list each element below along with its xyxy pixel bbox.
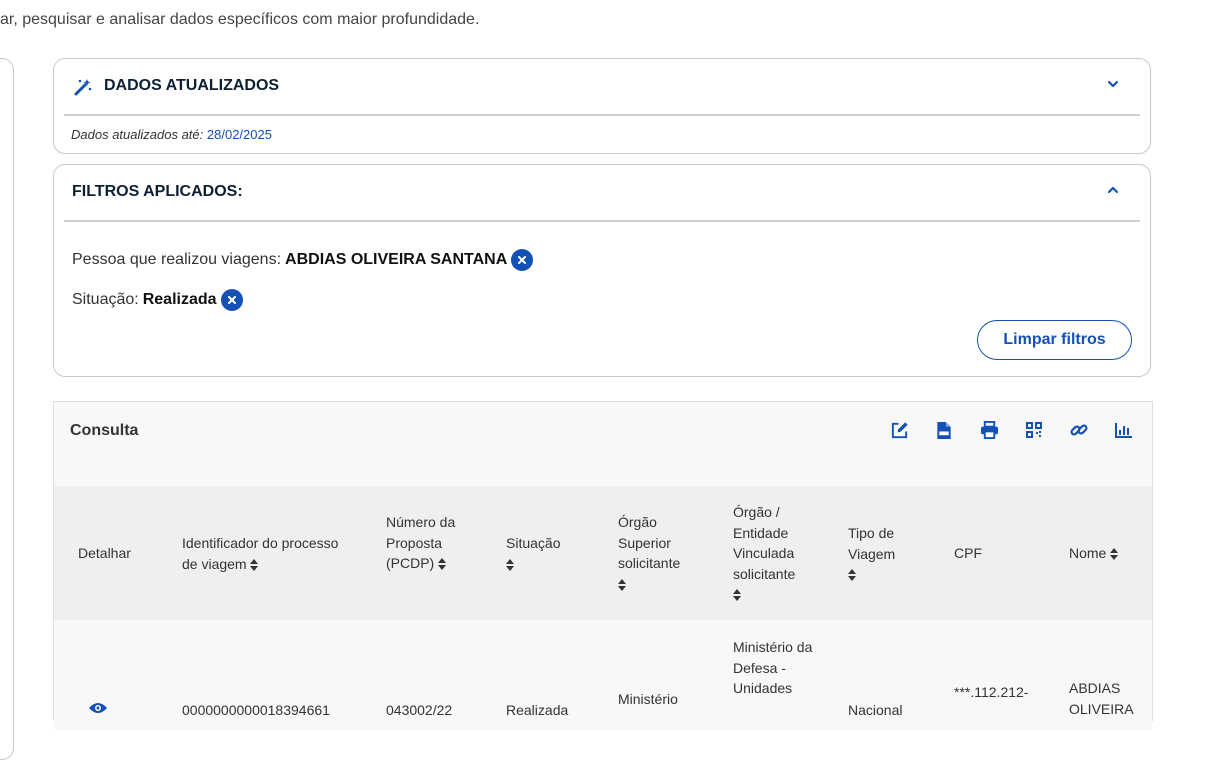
- consulta-panel: Consulta Detalhar Identificador do proce…: [53, 401, 1153, 730]
- column-header-pcdp[interactable]: Número da Proposta (PCDP): [386, 512, 466, 574]
- magic-wand-icon: [74, 79, 92, 96]
- chevron-up-icon[interactable]: [1106, 183, 1120, 197]
- remove-filter-button[interactable]: [511, 249, 534, 271]
- print-button[interactable]: [979, 420, 999, 440]
- edit-icon: [891, 421, 908, 438]
- sort-icon: [438, 558, 447, 571]
- intro-text: ar, pesquisar e analisar dados específic…: [0, 11, 480, 28]
- consulta-title: Consulta: [70, 422, 139, 439]
- filter-label: Situação:: [72, 291, 139, 308]
- applied-filters-title: FILTROS APLICADOS:: [72, 183, 243, 200]
- updated-data-title: DADOS ATUALIZADOS: [104, 77, 280, 94]
- updated-date-label: Dados atualizados até:: [71, 127, 204, 142]
- chart-button[interactable]: [1114, 420, 1134, 440]
- column-header-orgao-superior[interactable]: Órgão Superior solicitante: [618, 512, 708, 594]
- csv-file-icon: [937, 421, 951, 439]
- left-side-panel: [0, 58, 14, 760]
- remove-filter-button[interactable]: [220, 289, 243, 311]
- column-header-detalhar: Detalhar: [78, 545, 131, 561]
- cell-orgao-entidade: Ministério da Defesa - Unidades: [733, 639, 813, 696]
- cell-nome: ABDIAS OLIVEIRA: [1069, 680, 1134, 717]
- updated-date-value: 28/02/2025: [206, 127, 272, 142]
- updated-date-line: Dados atualizados até: 28/02/2025: [71, 127, 272, 142]
- chart-icon: [1115, 423, 1132, 438]
- updated-data-header[interactable]: DADOS ATUALIZADOS: [54, 59, 1150, 115]
- cell-pcdp: 043002/22: [386, 702, 453, 718]
- table-header: Detalhar Identificador do processo de vi…: [54, 486, 1152, 620]
- eye-icon[interactable]: [88, 701, 108, 715]
- link-icon: [1070, 424, 1088, 436]
- clear-filters-button[interactable]: Limpar filtros: [977, 320, 1132, 360]
- filter-chip-person: Pessoa que realizou viagens: ABDIAS OLIV…: [72, 249, 534, 271]
- qr-code-icon: [1026, 422, 1042, 438]
- sort-icon: [618, 578, 626, 591]
- cell-situacao: Realizada: [506, 702, 569, 718]
- print-icon: [980, 421, 998, 439]
- chevron-down-icon[interactable]: [1106, 77, 1120, 91]
- cell-cpf: ***.112.212-: [954, 684, 1029, 700]
- sort-icon: [848, 569, 856, 582]
- applied-filters-card: FILTROS APLICADOS: Pessoa que realizou v…: [53, 164, 1151, 377]
- close-icon: [227, 296, 236, 304]
- cell-identificador: 0000000000018394661: [182, 702, 330, 718]
- column-header-situacao[interactable]: Situação: [506, 533, 596, 574]
- column-header-identificador[interactable]: Identificador do processo de viagem: [182, 533, 352, 574]
- sort-icon: [1110, 548, 1119, 561]
- consulta-toolbar: [889, 420, 1134, 440]
- column-header-nome[interactable]: Nome: [1069, 543, 1149, 564]
- close-icon: [518, 256, 527, 264]
- column-header-orgao-entidade[interactable]: Órgão / Entidade Vinculada solicitante: [733, 502, 819, 605]
- column-header-tipo[interactable]: Tipo de Viagem: [848, 523, 918, 585]
- applied-filters-header[interactable]: FILTROS APLICADOS:: [54, 165, 1150, 221]
- cell-tipo: Nacional: [848, 702, 903, 718]
- edit-button[interactable]: [889, 420, 909, 440]
- sort-icon: [733, 589, 741, 602]
- link-button[interactable]: [1069, 420, 1089, 440]
- sort-icon: [250, 558, 259, 571]
- divider: [64, 114, 1140, 116]
- cell-orgao-superior: Ministério: [618, 691, 678, 707]
- filter-label: Pessoa que realizou viagens:: [72, 251, 282, 268]
- filter-value: Realizada: [142, 291, 217, 308]
- column-header-cpf: CPF: [954, 545, 982, 561]
- divider: [64, 220, 1140, 222]
- export-csv-button[interactable]: [934, 420, 954, 440]
- filter-value: ABDIAS OLIVEIRA SANTANA: [285, 251, 508, 268]
- table-row: 0000000000018394661 043002/22 Realizada …: [54, 620, 1152, 730]
- updated-data-card: DADOS ATUALIZADOS Dados atualizados até:…: [53, 58, 1151, 154]
- sort-icon: [506, 558, 514, 571]
- qr-code-button[interactable]: [1024, 420, 1044, 440]
- filter-chip-situacao: Situação: Realizada: [72, 289, 243, 311]
